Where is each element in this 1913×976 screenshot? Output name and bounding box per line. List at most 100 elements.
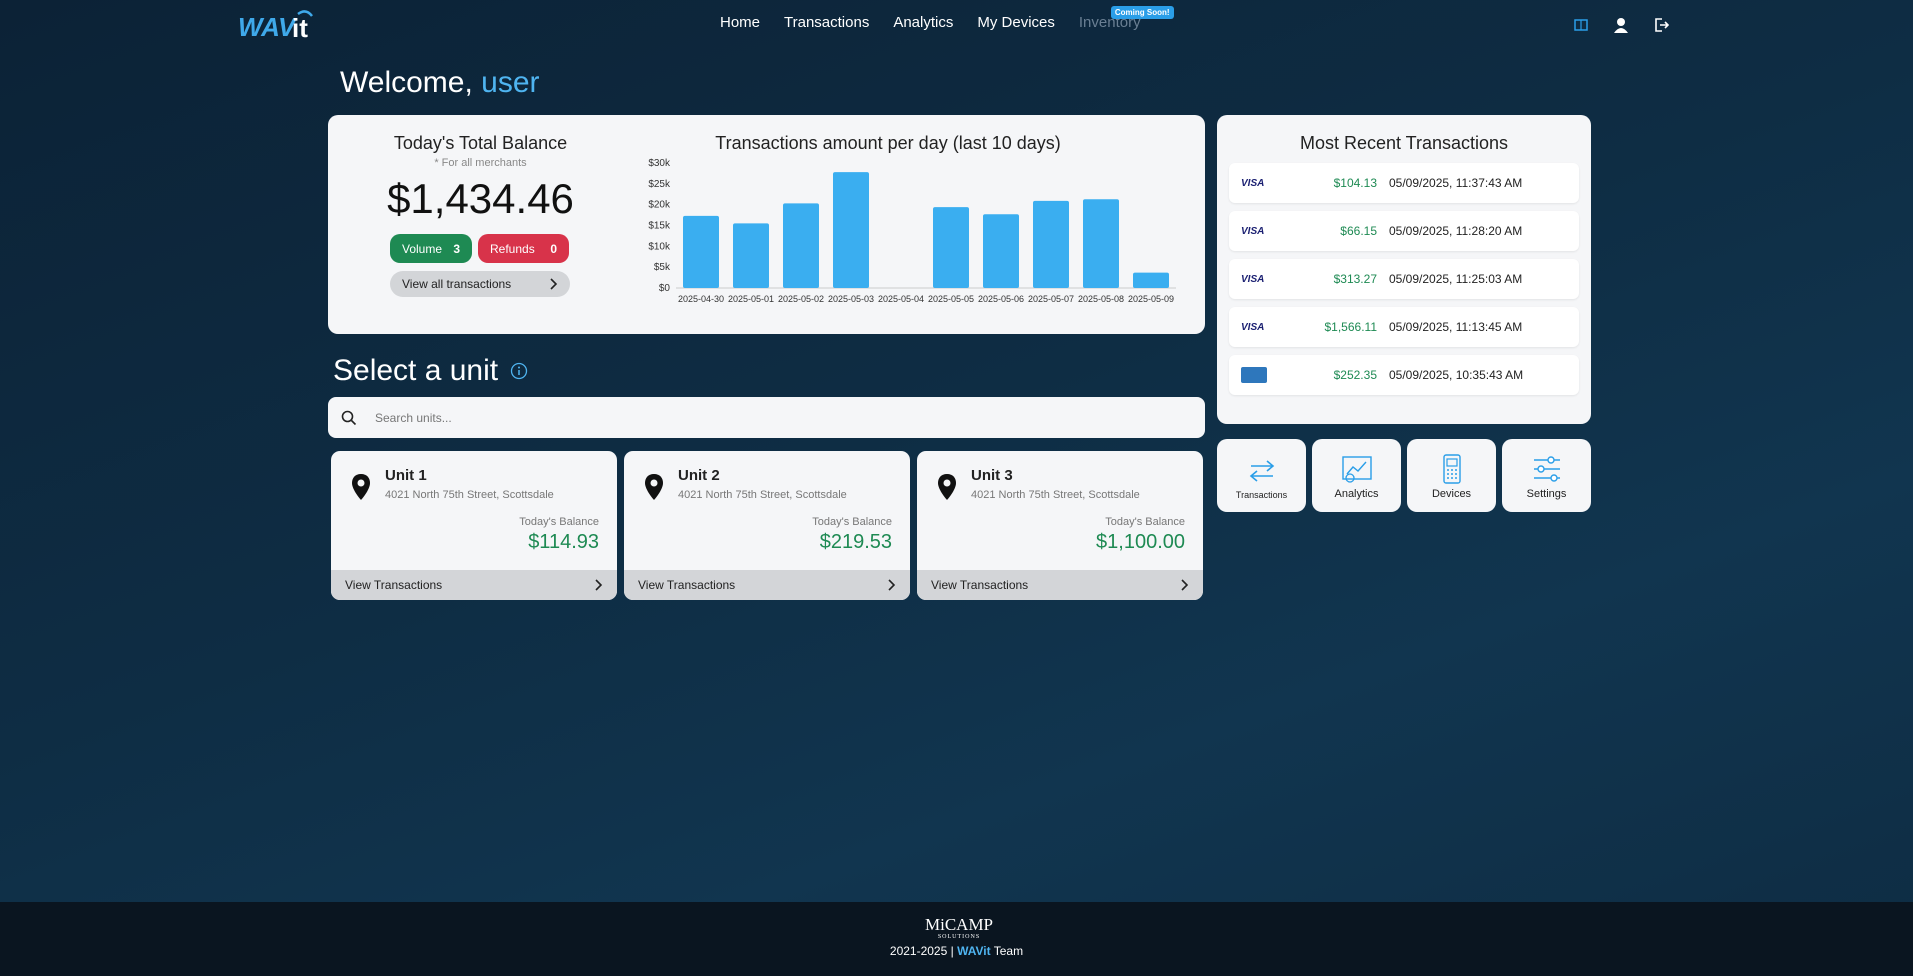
unit-card[interactable]: Unit 3 4021 North 75th Street, Scottsdale… [917,451,1203,600]
unit-balance-label: Today's Balance [1105,516,1185,528]
unit-search-bar [328,397,1205,438]
top-nav: WAV it Home Transactions Analytics My De… [0,0,1913,50]
location-pin-icon [645,474,663,500]
wavit-logo[interactable]: WAV it [238,8,318,42]
unit-address: 4021 North 75th Street, Scottsdale [971,489,1140,501]
transaction-row[interactable]: VISA $66.15 05/09/2025, 11:28:20 AM [1229,211,1579,251]
chart-bar [733,223,769,288]
transaction-row[interactable]: $252.35 05/09/2025, 10:35:43 AM [1229,355,1579,395]
nav-analytics[interactable]: Analytics [893,14,953,31]
transaction-amount: $313.27 [1333,272,1377,286]
footer: MiCAMP SOLUTIONS 2021-2025 | WAVit Team [0,902,1913,976]
unit-address: 4021 North 75th Street, Scottsdale [678,489,847,501]
amex-card-icon [1241,367,1267,383]
welcome-heading: Welcome, user [340,66,540,100]
view-all-transactions-button[interactable]: View all transactions [390,271,570,297]
nav-home[interactable]: Home [720,14,760,31]
unit-balance-label: Today's Balance [519,516,599,528]
refunds-count: 0 [550,241,557,256]
view-unit-transactions-button[interactable]: View Transactions [917,570,1203,600]
unit-card[interactable]: Unit 1 4021 North 75th Street, Scottsdale… [331,451,617,600]
x-tick-label: 2025-04-30 [678,294,724,304]
nav-my-devices[interactable]: My Devices [977,14,1055,31]
chart-bar [1133,272,1169,288]
view-unit-transactions-button[interactable]: View Transactions [624,570,910,600]
x-tick-label: 2025-05-08 [1078,294,1124,304]
chevron-right-icon [595,579,603,591]
transaction-row[interactable]: VISA $104.13 05/09/2025, 11:37:43 AM [1229,163,1579,203]
y-tick-label: $0 [659,283,671,294]
unit-name: Unit 3 [971,467,1013,484]
transaction-row[interactable]: VISA $1,566.11 05/09/2025, 11:13:45 AM [1229,307,1579,347]
visa-card-icon: VISA [1241,225,1265,237]
unit-balance-label: Today's Balance [812,516,892,528]
x-tick-label: 2025-05-05 [928,294,974,304]
unit-name: Unit 1 [385,467,427,484]
info-icon[interactable] [510,362,528,380]
analytics-chart-icon [1341,456,1372,483]
transaction-amount: $104.13 [1333,176,1377,190]
x-tick-label: 2025-05-07 [1028,294,1074,304]
welcome-prefix: Welcome, [340,66,482,99]
unit-name: Unit 2 [678,467,720,484]
guide-icon[interactable] [1570,14,1592,36]
micamp-logo-sub: SOLUTIONS [938,934,980,940]
quick-analytics-label: Analytics [1334,488,1379,500]
svg-text:WAV: WAV [238,12,298,42]
quick-devices-button[interactable]: Devices [1407,439,1496,512]
chart-bar [933,207,969,288]
unit-balance: $1,100.00 [1096,531,1185,553]
transfer-arrows-icon [1249,460,1274,482]
micamp-logo-text: MiCAMP [925,915,993,934]
nav-transactions[interactable]: Transactions [784,14,869,31]
transactions-bar-chart: $0 $5k $10k $15k $20k $25k $30k 2025-04-30 2025-… [648,158,1176,304]
x-tick-label: 2025-05-06 [978,294,1024,304]
unit-card[interactable]: Unit 2 4021 North 75th Street, Scottsdale… [624,451,910,600]
y-tick-label: $5k [654,262,671,273]
quick-settings-label: Settings [1526,488,1567,500]
chart-bar [833,172,869,288]
select-unit-heading: Select a unit [333,354,528,388]
footer-team: Team [990,944,1024,958]
location-pin-icon [352,474,370,500]
quick-analytics-button[interactable]: Analytics [1312,439,1401,512]
view-unit-transactions-label: View Transactions [638,578,736,592]
view-unit-transactions-label: View Transactions [345,578,443,592]
quick-settings-button[interactable]: Settings [1502,439,1591,512]
volume-label: Volume [402,241,443,256]
volume-button[interactable]: Volume 3 [390,234,472,263]
y-tick-label: $15k [648,221,671,232]
select-unit-title: Select a unit [333,354,499,387]
quick-transactions-button[interactable]: Transactions [1217,439,1306,512]
search-icon [341,410,357,425]
unit-address: 4021 North 75th Street, Scottsdale [385,489,554,501]
transaction-date: 05/09/2025, 11:37:43 AM [1389,176,1523,190]
footer-credit: 2021-2025 | WAVit Team [0,944,1913,958]
chart-bar [1083,199,1119,288]
transaction-date: 05/09/2025, 11:28:20 AM [1389,224,1523,238]
svg-text:it: it [292,13,308,42]
chevron-right-icon [550,278,558,290]
user-icon[interactable] [1610,14,1632,36]
volume-count: 3 [453,241,460,256]
view-unit-transactions-label: View Transactions [931,578,1029,592]
transaction-row[interactable]: VISA $313.27 05/09/2025, 11:25:03 AM [1229,259,1579,299]
footer-years: 2021-2025 | [889,944,958,958]
welcome-username: user [481,66,540,99]
balance-subtitle: * For all merchants [434,157,527,169]
x-tick-label: 2025-05-03 [828,294,874,304]
refunds-label: Refunds [490,241,535,256]
transaction-date: 05/09/2025, 11:25:03 AM [1389,272,1523,286]
footer-brand: WAVit [957,944,991,958]
refunds-button[interactable]: Refunds 0 [478,234,569,263]
search-input[interactable] [375,410,1175,425]
chart-title: Transactions amount per day (last 10 day… [715,133,1061,153]
chart-bar [783,203,819,288]
view-unit-transactions-button[interactable]: View Transactions [331,570,617,600]
chart-bar [983,214,1019,288]
logout-icon[interactable] [1650,14,1672,36]
unit-balance: $219.53 [819,531,892,553]
recent-transactions-card: Most Recent Transactions VISA $104.13 05/0… [1217,115,1591,424]
y-tick-label: $10k [648,241,671,252]
chart-bar [683,215,719,288]
